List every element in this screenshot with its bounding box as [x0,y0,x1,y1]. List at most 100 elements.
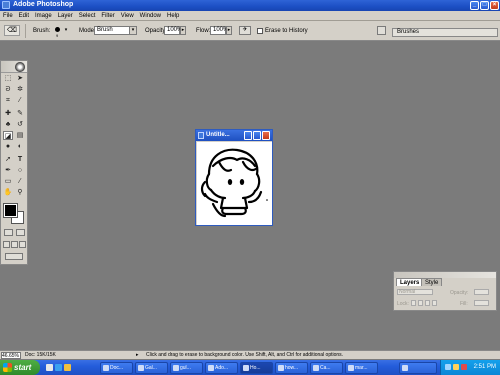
close-button[interactable]: × [490,1,499,10]
quicklaunch-ie-icon[interactable] [55,364,62,371]
jump-to-imageready-icon[interactable] [5,253,23,260]
doc-close-button[interactable] [262,131,270,140]
flow-input[interactable]: 100% [210,26,228,35]
tab-layers[interactable]: Layers [396,278,424,286]
file-browser-icon[interactable] [377,26,386,35]
tab-style[interactable]: Style [421,278,443,286]
lock-label: Lock: [397,301,409,307]
canvas[interactable] [197,142,272,225]
doc-minimize-button[interactable] [244,131,252,140]
flow-label: Flow: [196,28,211,34]
lasso-tool-icon[interactable]: ᘐ [3,85,13,94]
doc-size[interactable]: Doc: 15K/15K [25,352,56,359]
menu-help[interactable]: Help [164,11,182,21]
menu-view[interactable]: View [118,11,137,21]
taskbar-item-doc[interactable]: Doc... [100,362,133,374]
tool-hint: Click and drag to erase to background co… [146,352,344,358]
browser-icon [173,365,179,371]
folder-icon [103,365,109,371]
opacity-input[interactable]: 100% [164,26,182,35]
screen-mode-menu-icon[interactable] [11,241,18,248]
minimize-button[interactable]: _ [470,1,479,10]
lock-image-icon[interactable] [418,300,423,306]
fill-input[interactable] [474,300,489,306]
photoshop-icon [243,365,249,371]
start-button[interactable]: start [0,360,40,375]
screen-mode-standard-icon[interactable] [3,241,10,248]
maximize-button[interactable]: □ [480,1,489,10]
status-arrow-icon[interactable]: ▸ [136,352,139,359]
airbrush-icon[interactable]: ✈ [239,26,251,35]
window-title: Adobe Photoshop [13,1,74,8]
menu-filter[interactable]: Filter [98,11,117,21]
taskbar-item-ho[interactable]: how... [275,362,308,374]
taskbar-item-photoshop[interactable]: Ho... [240,362,273,374]
menu-select[interactable]: Select [76,11,99,21]
erase-to-history-label: Erase to History [265,28,308,34]
clone-stamp-icon[interactable]: ♣ [3,120,13,129]
layer-opacity-input[interactable] [474,289,489,295]
menu-file[interactable]: File [0,11,16,21]
tray-security-icon[interactable] [461,364,467,370]
standard-mode-icon[interactable] [4,229,13,236]
type-tool-icon[interactable]: T [15,155,25,164]
healing-brush-icon[interactable]: ✚ [3,109,13,118]
eye-logo-icon[interactable] [15,62,25,72]
menu-image[interactable]: Image [32,11,55,21]
doc-maximize-button[interactable] [253,131,261,140]
menu-window[interactable]: Window [137,11,164,21]
document-title-bar[interactable]: Untitle... [196,130,272,141]
foreground-color-swatch[interactable] [3,203,18,218]
menu-layer[interactable]: Layer [55,11,76,21]
layers-palette: Layers Style Normal Opacity: Lock: Fill: [393,271,497,311]
crop-tool-icon[interactable]: ⌗ [3,96,13,105]
taskbar-item-ca[interactable]: mar... [345,362,378,374]
taskbar-item-gul[interactable]: Ado... [205,362,238,374]
eyedropper-tool-icon[interactable]: ⁄ [15,177,25,186]
marquee-tool-icon[interactable]: ⬚ [3,74,13,83]
browser-icon [138,365,144,371]
taskbar-item-mar[interactable] [399,362,437,374]
pen-tool-icon[interactable]: ✒ [3,166,13,175]
lock-all-icon[interactable] [432,300,437,306]
mode-dropdown-icon[interactable]: ▾ [129,26,137,35]
brush-picker-arrow-icon[interactable]: ▾ [63,27,69,34]
toolbox-header[interactable] [1,61,27,73]
eraser-tool-preset-icon[interactable]: ⌫ [4,25,20,36]
notes-tool-icon[interactable]: ▭ [3,177,13,186]
flow-slider-icon[interactable]: ▸ [226,26,232,35]
move-tool-icon[interactable]: ➤ [15,74,25,83]
clock[interactable]: 2:51 PM [474,364,496,370]
opacity-slider-icon[interactable]: ▸ [180,26,186,35]
tray-network-icon[interactable] [445,364,451,370]
zoom-tool-icon[interactable]: ⚲ [15,188,25,197]
brush-preview-icon[interactable] [55,27,60,32]
taskbar-item-gal-2[interactable]: gul... [170,362,203,374]
zoom-level-field[interactable]: 46.65% [1,352,21,359]
history-brush-icon[interactable]: ↺ [15,120,25,129]
dodge-tool-icon[interactable]: ◐ [15,142,25,151]
blur-tool-icon[interactable]: ● [3,142,13,151]
path-selection-icon[interactable]: ➚ [3,155,13,164]
document-window[interactable]: Untitle... [195,129,273,226]
brush-tool-icon[interactable]: ✎ [15,109,25,118]
taskbar-item-gal-1[interactable]: Gal... [135,362,168,374]
quicklaunch-media-icon[interactable] [64,364,71,371]
screen-mode-full-icon[interactable] [19,241,26,248]
shape-tool-icon[interactable]: ○ [15,166,25,175]
slice-tool-icon[interactable]: ⁄ [15,96,25,105]
magic-wand-tool-icon[interactable]: ✲ [15,85,25,94]
tray-volume-icon[interactable] [453,364,459,370]
quick-mask-mode-icon[interactable] [16,229,25,236]
brushes-palette-tab[interactable]: Brushes [392,28,498,37]
gradient-tool-icon[interactable]: ▤ [15,131,25,140]
mode-select[interactable]: Brush [94,26,130,35]
taskbar-item-how[interactable]: Ca... [310,362,343,374]
eraser-tool-icon[interactable]: ◪ [3,131,13,140]
erase-to-history-checkbox[interactable] [257,28,263,34]
menu-edit[interactable]: Edit [16,11,32,21]
hand-tool-icon[interactable]: ✋ [3,188,13,197]
lock-position-icon[interactable] [425,300,430,306]
quicklaunch-desktop-icon[interactable] [46,364,53,371]
lock-transparency-icon[interactable] [411,300,416,306]
